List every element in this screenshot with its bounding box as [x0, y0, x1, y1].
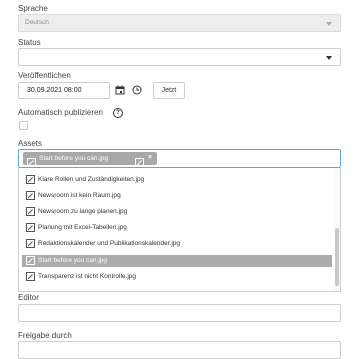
image-file-icon: [26, 207, 35, 218]
assets-dropdown: Klare Rollen und Zuständigkeiten.jpg New…: [18, 168, 341, 292]
status-label: Status: [18, 38, 41, 47]
list-item-label: Start before you can.jpg: [38, 257, 108, 264]
list-item[interactable]: Newsroom ist kein Raum.jpg: [22, 190, 332, 202]
image-file-icon: [26, 191, 35, 202]
list-item-label: Transparenz ist nicht Kontrolle.jpg: [38, 273, 137, 280]
auto-publish-label: Automatisch publizieren: [18, 108, 103, 117]
now-button[interactable]: Jetzt: [153, 82, 185, 99]
editor-field[interactable]: [18, 304, 341, 322]
assets-input[interactable]: Start before you can.jpg ×: [18, 149, 341, 168]
list-item[interactable]: Planung mit Excel-Tabellen.jpg: [22, 222, 332, 234]
remove-tag-icon[interactable]: ×: [148, 154, 152, 161]
status-select[interactable]: [18, 48, 341, 66]
editor-label: Editor: [18, 293, 39, 302]
chevron-down-icon: [326, 56, 332, 60]
list-item-label: Planung mit Excel-Tabellen.jpg: [38, 224, 127, 231]
asset-tag-label: Start before you can.jpg: [39, 155, 109, 162]
publish-date-input[interactable]: 30.09.2021 08:00: [18, 82, 110, 99]
sprache-value: Deutsch: [25, 19, 49, 26]
clock-icon[interactable]: [130, 83, 144, 97]
help-icon[interactable]: ?: [113, 108, 123, 118]
list-item-label: Newsroom ist kein Raum.jpg: [38, 192, 121, 199]
chevron-down-icon: [326, 22, 332, 26]
publish-date-value: 30.09.2021 08:00: [27, 87, 82, 94]
image-file-icon: [26, 175, 35, 186]
sprache-label: Sprache: [18, 4, 48, 13]
image-file-icon: [26, 239, 35, 250]
image-file-icon: [26, 272, 35, 283]
asset-tag: Start before you can.jpg ×: [23, 152, 157, 167]
list-item-label: Klare Rollen und Zuständigkeiten.jpg: [38, 176, 145, 183]
list-item[interactable]: Transparenz ist nicht Kontrolle.jpg: [22, 271, 332, 283]
list-item[interactable]: Newsroom zu lange planen.jpg: [22, 206, 332, 218]
list-item-label: Redaktionskalender und Publikationskalen…: [38, 240, 181, 247]
freigabe-label: Freigabe durch: [18, 331, 72, 340]
list-item[interactable]: Redaktionskalender und Publikationskalen…: [22, 238, 332, 250]
list-item-label: Newsroom zu lange planen.jpg: [38, 208, 128, 215]
dropdown-scrollbar[interactable]: [334, 168, 340, 291]
freigabe-field[interactable]: [18, 341, 341, 359]
calendar-icon[interactable]: [113, 83, 127, 97]
assets-label: Assets: [18, 139, 43, 148]
scrollbar-thumb[interactable]: [335, 228, 339, 286]
image-file-icon: [26, 256, 35, 267]
auto-publish-checkbox[interactable]: [19, 121, 28, 130]
list-item[interactable]: Klare Rollen und Zuständigkeiten.jpg: [22, 174, 332, 186]
list-item-selected[interactable]: Start before you can.jpg: [22, 255, 332, 267]
veroeffentlichen-label: Veröffentlichen: [18, 71, 71, 80]
sprache-select[interactable]: Deutsch: [18, 14, 341, 32]
image-file-icon: [26, 223, 35, 234]
